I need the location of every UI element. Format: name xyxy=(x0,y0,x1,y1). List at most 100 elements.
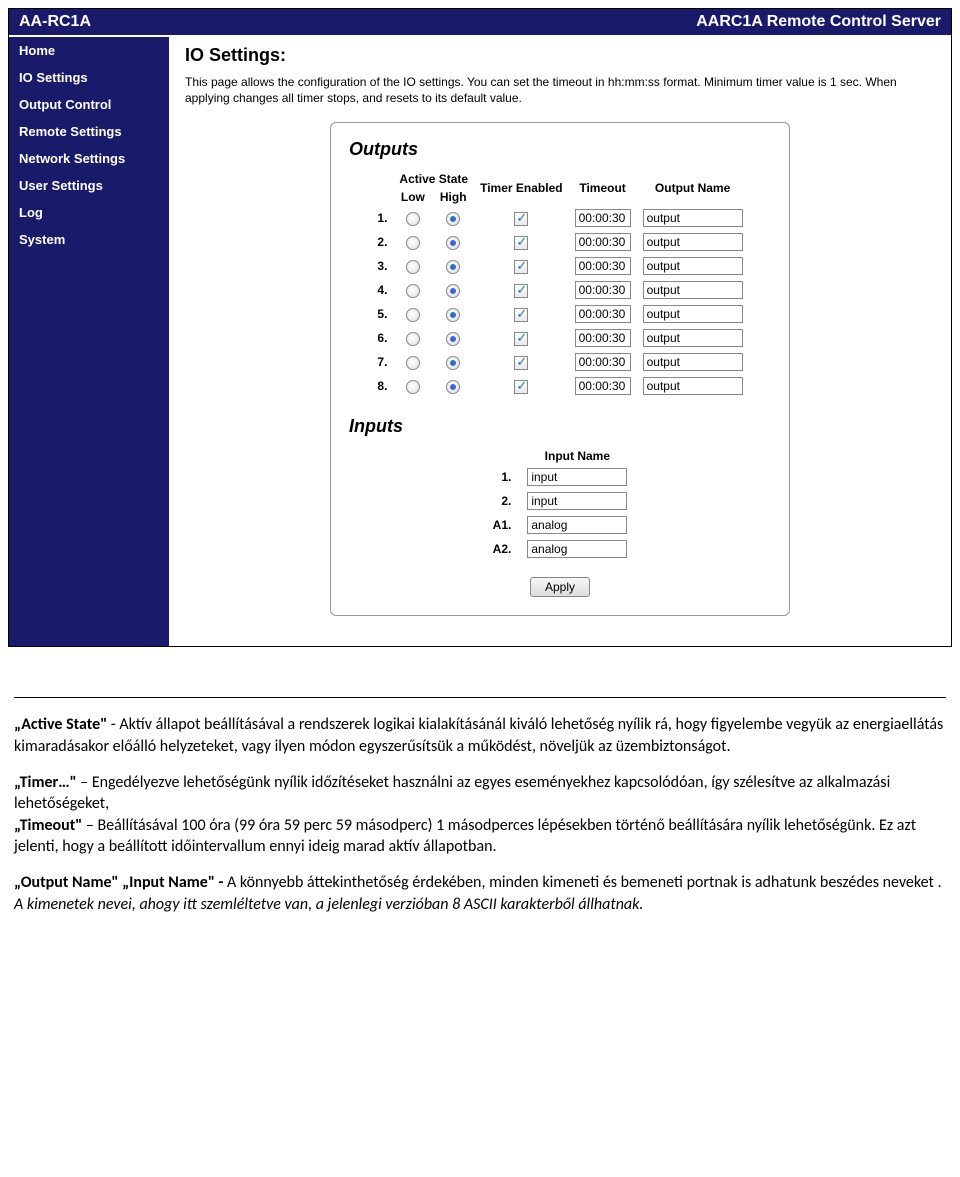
input-row: A2. xyxy=(485,537,636,561)
outputs-table: Active State Timer Enabled Timeout Outpu… xyxy=(371,170,748,398)
timeout-field[interactable] xyxy=(575,281,631,299)
sidebar-item-network-settings[interactable]: Network Settings xyxy=(9,145,169,172)
app-window: AA-RC1A AARC1A Remote Control Server Hom… xyxy=(8,8,952,647)
sidebar-item-system[interactable]: System xyxy=(9,226,169,253)
timer-enabled-checkbox[interactable] xyxy=(514,332,528,346)
timer-enabled-checkbox[interactable] xyxy=(514,284,528,298)
timeout-field[interactable] xyxy=(575,233,631,251)
col-active-state: Active State xyxy=(393,170,474,188)
output-name-field[interactable] xyxy=(643,281,743,299)
active-low-radio[interactable] xyxy=(406,236,420,250)
timeout-field[interactable] xyxy=(575,305,631,323)
active-high-radio[interactable] xyxy=(446,308,460,322)
row-number: 1. xyxy=(485,465,520,489)
output-name-field[interactable] xyxy=(643,305,743,323)
doc-para-active-state: „Active State" - Aktív állapot beállítás… xyxy=(14,714,946,757)
col-timer-enabled: Timer Enabled xyxy=(474,170,568,206)
sidebar-item-home[interactable]: Home xyxy=(9,37,169,64)
sidebar-item-remote-settings[interactable]: Remote Settings xyxy=(9,118,169,145)
input-name-field[interactable] xyxy=(527,492,627,510)
doc-para-timer-timeout: „Timer…" – Engedélyezve lehetőségünk nyí… xyxy=(14,772,946,858)
timer-enabled-checkbox[interactable] xyxy=(514,236,528,250)
col-timeout: Timeout xyxy=(569,170,637,206)
input-row: 2. xyxy=(485,489,636,513)
timeout-field[interactable] xyxy=(575,353,631,371)
output-row: 8. xyxy=(371,374,748,398)
active-low-radio[interactable] xyxy=(406,212,420,226)
row-number: 2. xyxy=(485,489,520,513)
sidebar-item-user-settings[interactable]: User Settings xyxy=(9,172,169,199)
content: IO Settings: This page allows the config… xyxy=(169,37,951,646)
row-number: 4. xyxy=(371,278,393,302)
row-number: 8. xyxy=(371,374,393,398)
apply-button[interactable]: Apply xyxy=(530,577,590,597)
active-high-radio[interactable] xyxy=(446,332,460,346)
page-description: This page allows the configuration of th… xyxy=(185,74,935,106)
output-name-field[interactable] xyxy=(643,377,743,395)
active-high-radio[interactable] xyxy=(446,356,460,370)
output-row: 6. xyxy=(371,326,748,350)
timer-enabled-checkbox[interactable] xyxy=(514,212,528,226)
col-output-name: Output Name xyxy=(637,170,749,206)
page-title: IO Settings: xyxy=(185,45,935,66)
col-input-name: Input Name xyxy=(519,447,635,465)
active-high-radio[interactable] xyxy=(446,212,460,226)
output-name-field[interactable] xyxy=(643,353,743,371)
row-number: 3. xyxy=(371,254,393,278)
timer-enabled-checkbox[interactable] xyxy=(514,308,528,322)
active-high-radio[interactable] xyxy=(446,236,460,250)
output-row: 5. xyxy=(371,302,748,326)
sidebar-item-log[interactable]: Log xyxy=(9,199,169,226)
inputs-heading: Inputs xyxy=(349,416,771,437)
row-number: 1. xyxy=(371,206,393,230)
col-low: Low xyxy=(393,188,432,206)
active-high-radio[interactable] xyxy=(446,380,460,394)
row-number: A1. xyxy=(485,513,520,537)
active-high-radio[interactable] xyxy=(446,284,460,298)
row-number: 7. xyxy=(371,350,393,374)
output-name-field[interactable] xyxy=(643,257,743,275)
active-high-radio[interactable] xyxy=(446,260,460,274)
timeout-field[interactable] xyxy=(575,209,631,227)
timer-enabled-checkbox[interactable] xyxy=(514,260,528,274)
timer-enabled-checkbox[interactable] xyxy=(514,356,528,370)
document-text: „Active State" - Aktív állapot beállítás… xyxy=(14,697,946,915)
timeout-field[interactable] xyxy=(575,377,631,395)
input-name-field[interactable] xyxy=(527,516,627,534)
row-number: 5. xyxy=(371,302,393,326)
doc-para-names: „Output Name" „Input Name" - A könnyebb … xyxy=(14,872,946,915)
titlebar: AA-RC1A AARC1A Remote Control Server xyxy=(9,9,951,37)
sidebar-item-output-control[interactable]: Output Control xyxy=(9,91,169,118)
outputs-heading: Outputs xyxy=(349,139,771,160)
input-row: A1. xyxy=(485,513,636,537)
active-low-radio[interactable] xyxy=(406,308,420,322)
row-number: 6. xyxy=(371,326,393,350)
sidebar: Home IO Settings Output Control Remote S… xyxy=(9,37,169,646)
active-low-radio[interactable] xyxy=(406,332,420,346)
active-low-radio[interactable] xyxy=(406,284,420,298)
active-low-radio[interactable] xyxy=(406,260,420,274)
timeout-field[interactable] xyxy=(575,329,631,347)
timer-enabled-checkbox[interactable] xyxy=(514,380,528,394)
output-row: 1. xyxy=(371,206,748,230)
inputs-table: Input Name 1.2.A1.A2. xyxy=(485,447,636,561)
output-row: 7. xyxy=(371,350,748,374)
row-number: A2. xyxy=(485,537,520,561)
row-number: 2. xyxy=(371,230,393,254)
output-row: 4. xyxy=(371,278,748,302)
sidebar-item-io-settings[interactable]: IO Settings xyxy=(9,64,169,91)
active-low-radio[interactable] xyxy=(406,380,420,394)
titlebar-right: AARC1A Remote Control Server xyxy=(696,13,941,31)
output-name-field[interactable] xyxy=(643,233,743,251)
col-high: High xyxy=(432,188,474,206)
output-name-field[interactable] xyxy=(643,329,743,347)
timeout-field[interactable] xyxy=(575,257,631,275)
output-row: 3. xyxy=(371,254,748,278)
divider xyxy=(14,697,946,698)
titlebar-left: AA-RC1A xyxy=(19,13,91,31)
input-name-field[interactable] xyxy=(527,468,627,486)
output-row: 2. xyxy=(371,230,748,254)
active-low-radio[interactable] xyxy=(406,356,420,370)
input-name-field[interactable] xyxy=(527,540,627,558)
output-name-field[interactable] xyxy=(643,209,743,227)
